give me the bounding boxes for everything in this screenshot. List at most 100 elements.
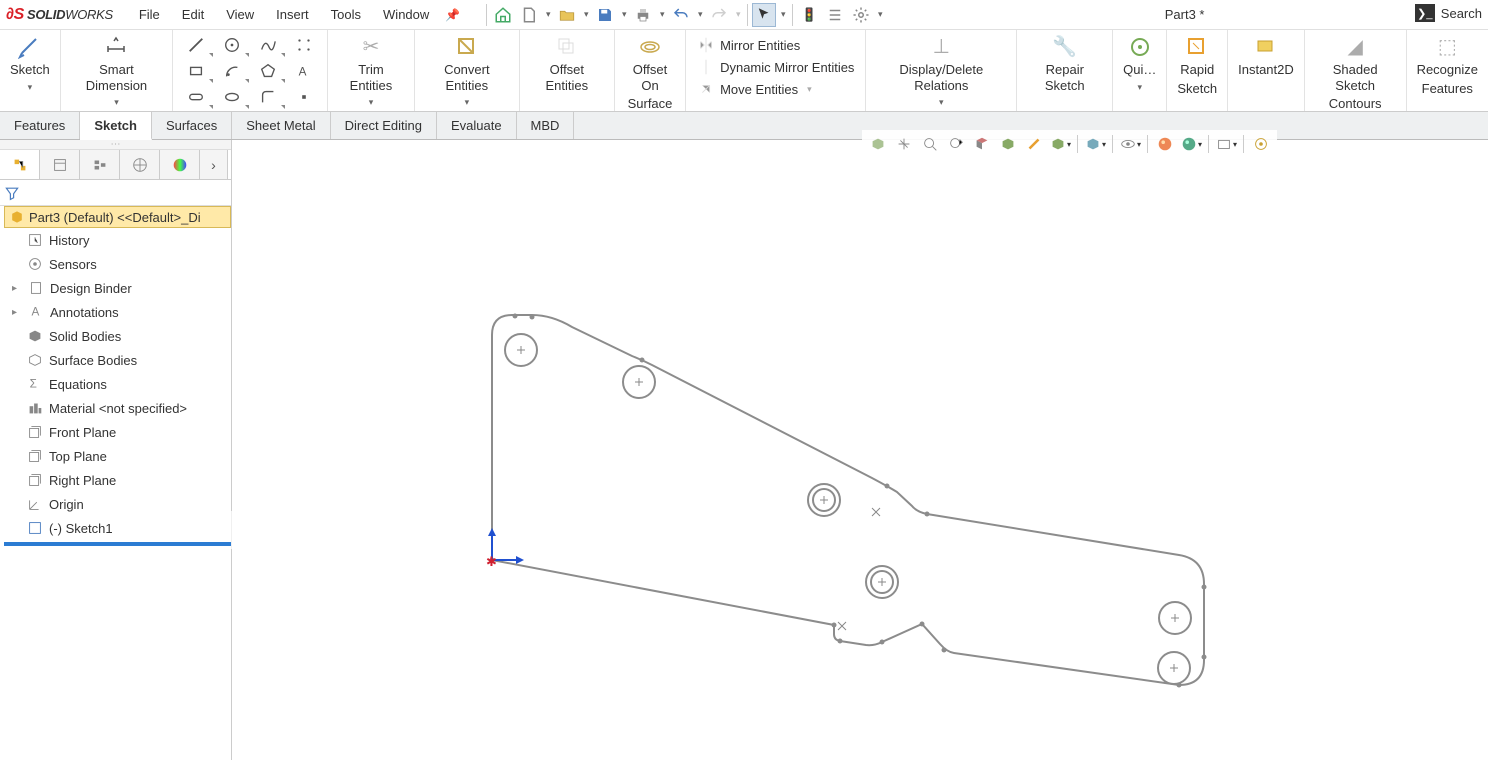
menu-file[interactable]: File (129, 3, 170, 26)
traffic-light-icon[interactable]: 🚦 (797, 3, 821, 27)
tree-annotations[interactable]: ▸AAnnotations (4, 300, 231, 324)
spline-tool[interactable] (251, 33, 285, 57)
pin-icon[interactable]: 📌 (445, 8, 460, 22)
move-entities-button[interactable]: Move Entities▾ (695, 79, 856, 99)
ellipse-tool[interactable] (215, 85, 249, 109)
display-delete-relations-button[interactable]: ⊥Display/Delete Relations (872, 33, 1010, 95)
appearance-tab[interactable] (160, 150, 200, 179)
mirror-entities-button[interactable]: Mirror Entities (695, 35, 856, 55)
home-button[interactable] (491, 3, 515, 27)
select-button[interactable] (752, 3, 776, 27)
menu-window[interactable]: Window (373, 3, 439, 26)
tree-design-binder[interactable]: ▸Design Binder (4, 276, 231, 300)
redo-button[interactable] (707, 3, 731, 27)
tree-history-label: History (49, 233, 89, 248)
redo-dropdown[interactable]: ▾ (733, 9, 743, 20)
tab-features[interactable]: Features (0, 112, 80, 139)
document-title: Part3 * (1165, 7, 1205, 22)
new-dropdown[interactable]: ▾ (543, 9, 553, 20)
select-dropdown[interactable]: ▾ (778, 9, 788, 20)
shaded-contours-button[interactable]: ◢Shaded SketchContours (1311, 33, 1400, 114)
relations-dropdown[interactable]: ▾ (939, 97, 944, 108)
instant2d-button[interactable]: Instant2D (1234, 33, 1298, 80)
offset-on-surface-button[interactable]: Offset OnSurface (621, 33, 680, 114)
text-tool[interactable]: A (287, 59, 321, 83)
circle-tool[interactable] (215, 33, 249, 57)
smart-dimension-button[interactable]: Smart Dimension (67, 33, 166, 95)
panel-drag-handle[interactable] (0, 140, 231, 150)
menu-insert[interactable]: Insert (266, 3, 319, 26)
tree-front-plane[interactable]: Front Plane (4, 420, 231, 444)
settings-button[interactable] (849, 3, 873, 27)
tree-history[interactable]: History (4, 228, 231, 252)
undo-button[interactable] (669, 3, 693, 27)
rollback-bar[interactable] (4, 542, 231, 546)
offset-entities-button[interactable]: Offset Entities (526, 33, 608, 95)
menu-view[interactable]: View (216, 3, 264, 26)
save-button[interactable] (593, 3, 617, 27)
tab-surfaces[interactable]: Surfaces (152, 112, 232, 139)
tree-solid-bodies[interactable]: Solid Bodies (4, 324, 231, 348)
panel-tabs-more[interactable]: › (200, 150, 228, 179)
sketch-button[interactable]: Sketch (6, 33, 54, 80)
configuration-tab[interactable] (80, 150, 120, 179)
trim-entities-button[interactable]: ✂Trim Entities (334, 33, 408, 95)
open-dropdown[interactable]: ▾ (581, 9, 591, 20)
rectangle-tool[interactable] (179, 59, 213, 83)
tree-root-part[interactable]: Part3 (Default) <<Default>_Di (4, 206, 231, 228)
tab-sheet-metal[interactable]: Sheet Metal (232, 112, 330, 139)
tab-sketch[interactable]: Sketch (80, 112, 152, 140)
brand-suffix: WORKS (65, 7, 113, 22)
tab-direct-editing[interactable]: Direct Editing (331, 112, 437, 139)
repair-sketch-button[interactable]: 🔧Repair Sketch (1023, 33, 1106, 95)
list-button[interactable] (823, 3, 847, 27)
slot-tool[interactable] (179, 85, 213, 109)
convert-dropdown[interactable]: ▾ (465, 97, 470, 108)
ribbon-group-rapid: RapidSketch (1167, 30, 1228, 111)
settings-dropdown[interactable]: ▾ (875, 9, 885, 20)
new-button[interactable] (517, 3, 541, 27)
point-grid-tool[interactable] (287, 33, 321, 57)
tab-evaluate[interactable]: Evaluate (437, 112, 517, 139)
tree-equations[interactable]: ΣEquations (4, 372, 231, 396)
rapid-sketch-button[interactable]: RapidSketch (1173, 33, 1221, 98)
graphics-area[interactable]: ▾ ▾ ▾ ▾ ▾ (232, 140, 1488, 760)
feature-tree-tab[interactable] (0, 150, 40, 179)
tree-material[interactable]: Material <not specified> (4, 396, 231, 420)
smart-dimension-dropdown[interactable]: ▾ (114, 97, 119, 108)
tree-top-plane[interactable]: Top Plane (4, 444, 231, 468)
quick-dropdown[interactable]: ▾ (1137, 82, 1142, 93)
tree-material-label: Material <not specified> (49, 401, 187, 416)
filter-bar[interactable] (0, 180, 231, 206)
print-dropdown[interactable]: ▾ (657, 9, 667, 20)
dimxpert-tab[interactable] (120, 150, 160, 179)
tree-origin[interactable]: Origin (4, 492, 231, 516)
menu-edit[interactable]: Edit (172, 3, 214, 26)
ribbon-group-offset-surface: Offset OnSurface (615, 30, 687, 111)
quick-snaps-button[interactable]: Qui… (1119, 33, 1160, 80)
menu-tools[interactable]: Tools (321, 3, 371, 26)
print-button[interactable] (631, 3, 655, 27)
arc-tool[interactable] (215, 59, 249, 83)
line-tool[interactable] (179, 33, 213, 57)
dynamic-mirror-button[interactable]: Dynamic Mirror Entities (695, 57, 856, 77)
fillet-tool[interactable] (251, 85, 285, 109)
tree-right-plane[interactable]: Right Plane (4, 468, 231, 492)
tree-sketch1[interactable]: (-) Sketch1 (4, 516, 231, 540)
trim-dropdown[interactable]: ▾ (369, 97, 374, 108)
tree-surface-bodies[interactable]: Surface Bodies (4, 348, 231, 372)
tab-mbd[interactable]: MBD (517, 112, 575, 139)
open-button[interactable] (555, 3, 579, 27)
sketch-dropdown[interactable]: ▾ (28, 82, 33, 93)
undo-dropdown[interactable]: ▾ (695, 9, 705, 20)
search-label: Search (1441, 6, 1482, 21)
offset-surface-label2: Surface (628, 96, 673, 112)
property-manager-tab[interactable] (40, 150, 80, 179)
save-dropdown[interactable]: ▾ (619, 9, 629, 20)
recognize-features-button[interactable]: ⬚RecognizeFeatures (1413, 33, 1482, 98)
tree-sensors[interactable]: Sensors (4, 252, 231, 276)
convert-entities-button[interactable]: Convert Entities (421, 33, 513, 95)
polygon-tool[interactable] (251, 59, 285, 83)
search-box[interactable]: ❯_ Search (1409, 2, 1488, 24)
point-tool[interactable] (287, 85, 321, 109)
